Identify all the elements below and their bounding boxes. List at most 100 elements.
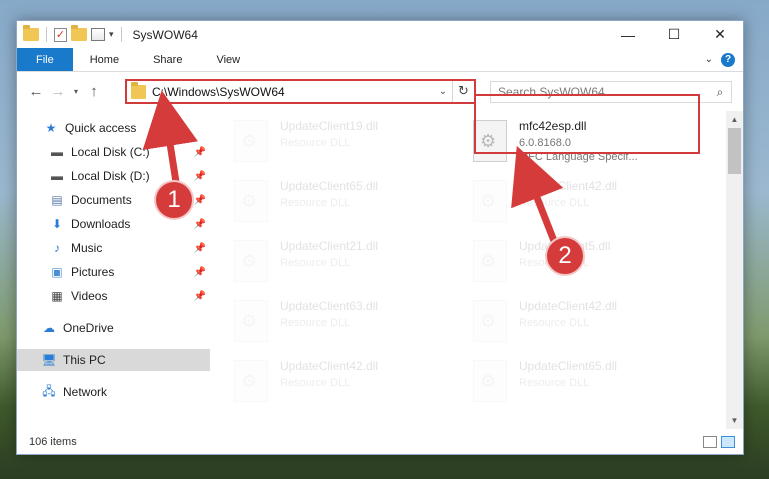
file-type: Resource DLL	[519, 317, 590, 329]
search-icon[interactable]: ⌕	[709, 85, 731, 100]
item-count: 106 items	[29, 436, 77, 448]
nav-item-label: Documents	[71, 193, 132, 207]
dll-file-icon	[234, 360, 268, 402]
list-item[interactable]: UpdateClient5.dllResource DLL	[473, 235, 703, 291]
minimize-button[interactable]: —	[605, 21, 651, 48]
close-button[interactable]: ✕	[697, 21, 743, 48]
file-type: Resource DLL	[280, 377, 351, 389]
dll-file-icon	[234, 240, 268, 282]
dll-file-icon	[234, 300, 268, 342]
file-name: UpdateClient42.dll	[519, 299, 618, 313]
new-folder-icon[interactable]	[71, 25, 87, 41]
tiles-view-icon[interactable]	[721, 436, 735, 448]
up-arrow-icon[interactable]: ↑	[83, 83, 105, 100]
customize-toolbar-icon[interactable]: ▾	[109, 29, 114, 40]
explorer-window: ✓ ▾ SysWOW64 — ☐ ✕ File Home Share View …	[16, 20, 744, 455]
tab-view[interactable]: View	[199, 48, 257, 71]
nav-item-label: Pictures	[71, 265, 115, 279]
pin-icon[interactable]: 📌	[194, 243, 206, 254]
file-name: UpdateClient65.dll	[519, 359, 618, 373]
nav-item-label: This PC	[63, 353, 106, 367]
file-name: UpdateClient21.dll	[280, 239, 379, 253]
scroll-up-icon[interactable]: ▲	[726, 111, 743, 128]
nav-item-network[interactable]: 🖧 Network	[17, 381, 210, 403]
pin-icon[interactable]: 📌	[194, 291, 206, 302]
address-path[interactable]: C:\Windows\SysWOW64	[152, 85, 434, 99]
toolbar-divider	[120, 27, 122, 42]
file-name: UpdateClient65.dll	[280, 179, 379, 193]
pin-icon[interactable]: 📌	[194, 267, 206, 278]
drive-icon: ▬	[51, 145, 63, 159]
pin-icon[interactable]: 📌	[194, 147, 206, 158]
list-item[interactable]: UpdateClient65.dll Resource DLL	[473, 355, 703, 411]
list-item[interactable]: UpdateClient42.dll Resource DLL	[473, 175, 703, 231]
expand-ribbon-icon[interactable]: ⌄	[705, 54, 713, 65]
step-marker-2: 2	[545, 236, 585, 276]
dll-file-icon	[473, 360, 507, 402]
nav-item-label: OneDrive	[63, 321, 114, 335]
nav-item-music[interactable]: ♪ Music 📌	[17, 237, 210, 259]
maximize-button[interactable]: ☐	[651, 21, 697, 48]
documents-icon: ▤	[51, 193, 63, 207]
videos-icon: ▦	[51, 289, 63, 303]
ribbon-controls: ⌄ ?	[705, 48, 743, 71]
nav-item-videos[interactable]: ▦ Videos 📌	[17, 285, 210, 307]
recent-locations-icon[interactable]: ▾	[69, 87, 83, 96]
file-type: Resource DLL	[519, 197, 590, 209]
list-item[interactable]: UpdateClient42.dll Resource DLL	[234, 355, 464, 411]
star-icon: ★	[45, 121, 57, 135]
nav-item-this-pc[interactable]: 🖥 This PC	[17, 349, 210, 371]
forward-arrow-icon[interactable]: →	[47, 83, 69, 100]
vertical-scrollbar[interactable]: ▲ ▼	[726, 111, 743, 429]
scroll-down-icon[interactable]: ▼	[726, 412, 743, 429]
dll-file-icon	[473, 240, 507, 282]
tab-file[interactable]: File	[17, 48, 73, 71]
properties-icon[interactable]	[91, 28, 105, 41]
refresh-icon[interactable]: ↻	[452, 81, 474, 102]
nav-item-label: Network	[63, 385, 108, 399]
pin-icon[interactable]: 📌	[194, 219, 206, 230]
file-list: UpdateClient19.dll Resource DLL UpdateCli…	[222, 111, 727, 427]
file-name: UpdateClient63.dll	[280, 299, 379, 313]
details-view-icon[interactable]	[703, 436, 717, 448]
nav-item-label: Videos	[71, 289, 108, 303]
properties-check-icon[interactable]: ✓	[54, 27, 67, 42]
nav-item-label: Local Disk (C:)	[71, 145, 150, 159]
folder-icon	[131, 81, 146, 99]
address-dropdown-icon[interactable]: ⌄	[434, 86, 452, 97]
pin-icon[interactable]: 📌	[194, 171, 206, 182]
list-item[interactable]: UpdateClient19.dll Resource DLL	[234, 115, 464, 171]
toolbar-divider	[46, 27, 47, 42]
window-controls: — ☐ ✕	[605, 21, 743, 48]
file-name: UpdateClient19.dll	[280, 119, 379, 133]
list-item[interactable]: UpdateClient65.dll Resource DLL	[234, 175, 464, 231]
ribbon-tabs: File Home Share View ⌄ ?	[17, 48, 743, 72]
computer-icon: 🖥	[41, 353, 57, 367]
file-type: Resource DLL	[280, 317, 351, 329]
scrollbar-thumb[interactable]	[728, 128, 741, 174]
nav-item-pictures[interactable]: ▣ Pictures 📌	[17, 261, 210, 283]
nav-item-onedrive[interactable]: ☁ OneDrive	[17, 317, 210, 339]
list-item[interactable]: UpdateClient42.dll Resource DLL	[473, 295, 703, 351]
nav-item-local-disk-c[interactable]: ▬ Local Disk (C:) 📌	[17, 141, 210, 163]
cloud-icon: ☁	[43, 321, 55, 335]
file-type: Resource DLL	[280, 257, 351, 269]
list-item[interactable]: UpdateClient21.dll Resource DLL	[234, 235, 464, 291]
file-type: Resource DLL	[519, 377, 590, 389]
nav-item-label: Quick access	[65, 121, 137, 135]
tab-share[interactable]: Share	[136, 48, 199, 71]
list-item[interactable]: UpdateClient63.dll Resource DLL	[234, 295, 464, 351]
navigation-pane: ★ Quick access ▬ Local Disk (C:) 📌 ▬ Loc…	[17, 111, 213, 421]
download-icon: ⬇	[51, 217, 63, 231]
tab-home[interactable]: Home	[73, 48, 136, 71]
nav-item-quick-access[interactable]: ★ Quick access	[17, 117, 210, 139]
help-icon[interactable]: ?	[721, 52, 735, 67]
file-name: UpdateClient42.dll	[280, 359, 379, 373]
pictures-icon: ▣	[51, 265, 63, 279]
back-arrow-icon[interactable]: ←	[25, 83, 47, 100]
nav-item-label: Local Disk (D:)	[71, 169, 150, 183]
pin-icon[interactable]: 📌	[194, 195, 206, 206]
folder-icon	[23, 25, 39, 41]
file-highlight-box	[474, 94, 700, 154]
address-bar[interactable]: C:\Windows\SysWOW64 ⌄ ↻	[125, 79, 476, 104]
